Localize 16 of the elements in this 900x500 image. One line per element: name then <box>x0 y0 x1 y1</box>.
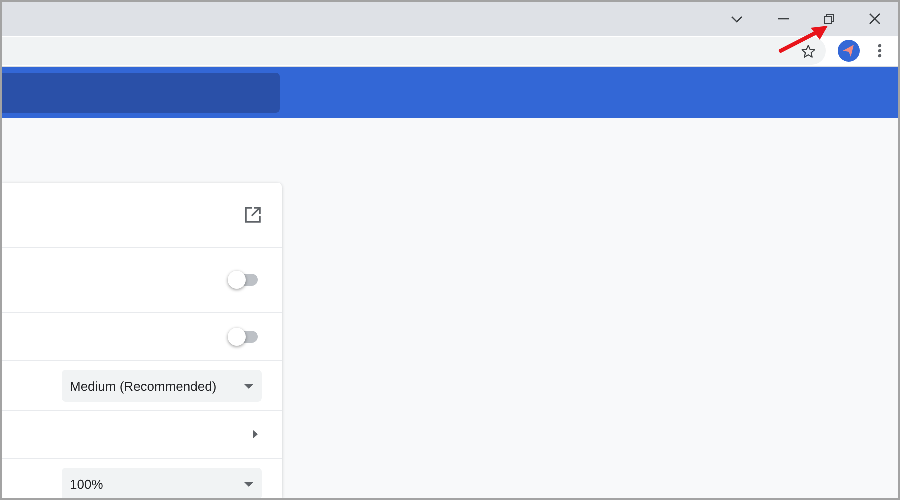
external-link-icon <box>244 206 262 224</box>
caret-right-icon <box>253 430 258 439</box>
restore-icon <box>824 14 834 24</box>
dropdown-select[interactable]: 100% <box>62 468 262 498</box>
caret-icon <box>244 384 254 388</box>
caret-icon <box>244 482 254 486</box>
more-vertical-icon <box>878 44 882 58</box>
close-icon <box>869 13 881 25</box>
profile-avatar-button[interactable] <box>838 40 860 62</box>
minimize-icon <box>778 18 788 20</box>
star-icon <box>800 44 816 59</box>
submenu-arrow-button[interactable] <box>253 430 258 439</box>
search-field[interactable] <box>2 72 280 113</box>
chevron-down-icon <box>731 16 743 22</box>
dropdown-select[interactable]: Medium (Recommended) <box>62 370 262 402</box>
external-link-button[interactable] <box>244 206 262 224</box>
